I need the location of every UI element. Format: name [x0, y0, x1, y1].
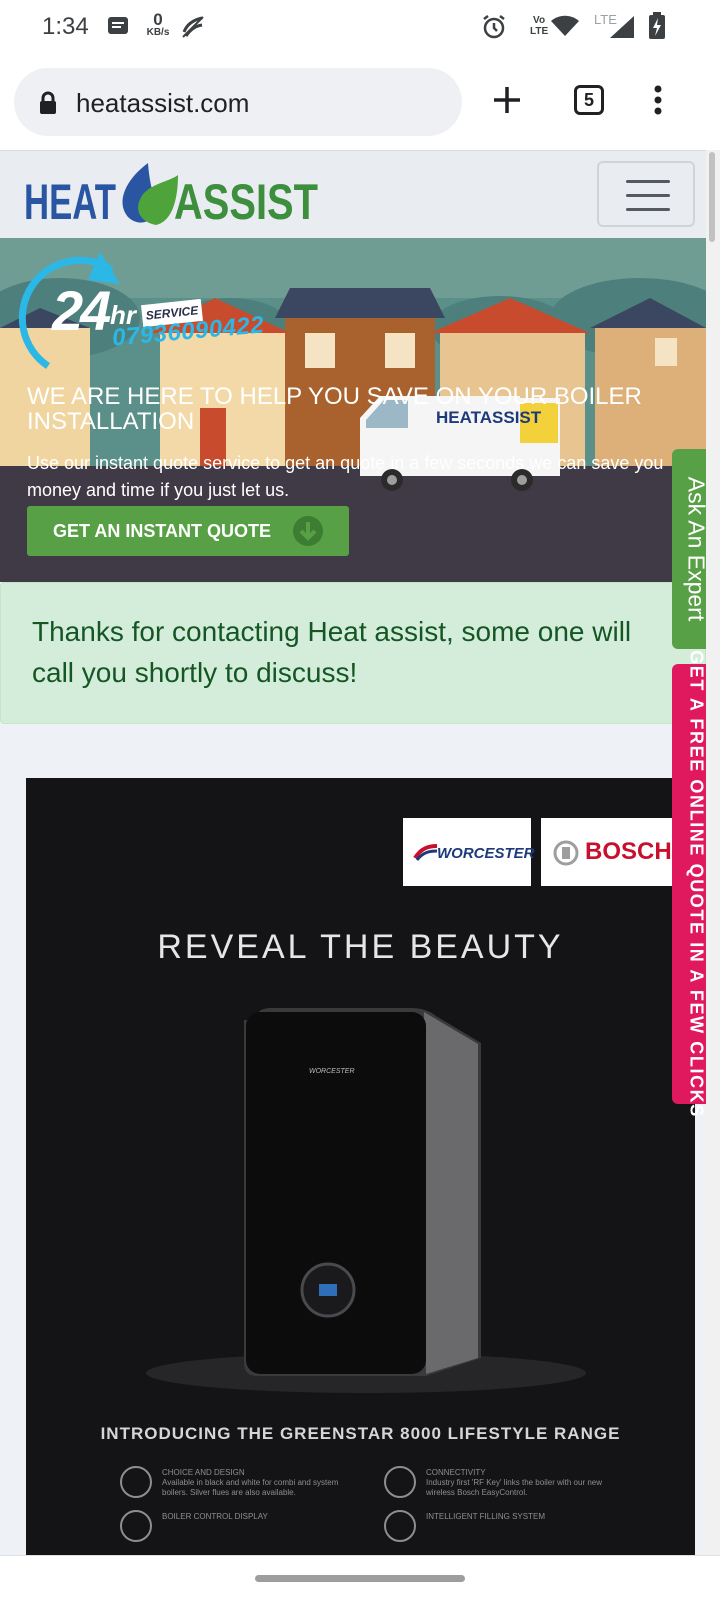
svg-text:HEAT: HEAT — [24, 174, 116, 230]
signal-icon — [610, 16, 634, 43]
page-scrollbar[interactable] — [706, 150, 720, 1555]
phone-screen: 1:34 0 KB/s Vo LTE LTE heatassist.com 5 … — [0, 0, 720, 1600]
svg-text:ASSIST: ASSIST — [174, 174, 318, 230]
browser-toolbar: heatassist.com 5 — [0, 56, 720, 150]
site-header: HEAT ASSIST — [0, 150, 706, 238]
tab-count: 5 — [574, 85, 604, 115]
feature-connectivity: CONNECTIVITY Industry first 'RF Key' lin… — [426, 1468, 603, 1497]
tab-switcher-button[interactable]: 5 — [567, 78, 611, 122]
display-circle-icon — [120, 1510, 152, 1542]
hero-subtext: Use our instant quote service to get an … — [27, 453, 664, 500]
network-speed: 0 KB/s — [146, 10, 170, 38]
bosch-logo: BOSCH — [541, 818, 686, 886]
instant-quote-button[interactable]: GET AN INSTANT QUOTE — [27, 506, 349, 556]
new-tab-button[interactable] — [485, 78, 529, 122]
system-nav-bar — [0, 1555, 720, 1600]
site-logo[interactable]: HEAT ASSIST — [24, 159, 324, 236]
hero-banner: HEATASSIST 24 hr SERVICE 07936090422 WE … — [0, 238, 706, 582]
wifi-circle-icon — [384, 1466, 416, 1498]
hamburger-menu-button[interactable] — [597, 161, 695, 227]
address-bar[interactable]: heatassist.com — [14, 68, 462, 136]
web-page: HEAT ASSIST HEATASSIST 24 hr SERVICE 079… — [0, 150, 720, 1555]
success-alert: Thanks for contacting Heat assist, some … — [0, 582, 706, 724]
feature-filling: INTELLIGENT FILLING SYSTEM — [426, 1512, 545, 1521]
feature-display: BOILER CONTROL DISPLAY — [162, 1512, 268, 1521]
more-vert-icon — [654, 85, 662, 115]
hero-heading: WE ARE HERE TO HELP YOU SAVE ON YOUR BOI… — [27, 383, 642, 435]
volte-indicator: Vo LTE — [530, 15, 549, 37]
success-message: Thanks for contacting Heat assist, some … — [32, 616, 632, 688]
promo-image: WORCESTER BOSCH REVEAL THE BEAUTY WORCES… — [26, 778, 695, 1555]
promo-tagline: INTRODUCING THE GREENSTAR 8000 LIFESTYLE… — [100, 1424, 621, 1443]
status-time: 1:34 — [42, 13, 89, 40]
plus-icon — [494, 87, 520, 113]
instant-quote-label: GET AN INSTANT QUOTE — [53, 521, 271, 541]
boiler-illustration — [146, 1008, 586, 1393]
lock-icon — [38, 91, 58, 120]
home-gesture-handle[interactable] — [255, 1575, 465, 1582]
promo-headline: REVEAL THE BEAUTY — [157, 928, 564, 966]
boiler-brand: WORCESTER — [309, 1068, 355, 1075]
browser-menu-button[interactable] — [636, 78, 680, 122]
battery-icon — [648, 12, 666, 45]
url-text: heatassist.com — [76, 88, 250, 118]
status-bar: 1:34 0 KB/s Vo LTE LTE — [0, 0, 720, 56]
alarm-icon — [482, 14, 506, 45]
menu-icon — [626, 180, 670, 183]
check-circle-icon — [120, 1466, 152, 1498]
badge-number: 24 — [52, 279, 111, 342]
worcester-logo: WORCESTER — [403, 818, 535, 886]
free-quote-label: GET A FREE ONLINE QUOTE IN A FEW CLICKS — [686, 650, 707, 1118]
data-saver-off-icon — [180, 14, 206, 45]
scroll-thumb[interactable] — [709, 152, 715, 242]
feature-choice: CHOICE AND DESIGN Available in black and… — [162, 1468, 339, 1497]
arrow-down-circle-icon — [292, 515, 324, 552]
filling-circle-icon — [384, 1510, 416, 1542]
message-icon — [106, 14, 130, 43]
wifi-icon — [551, 15, 579, 42]
